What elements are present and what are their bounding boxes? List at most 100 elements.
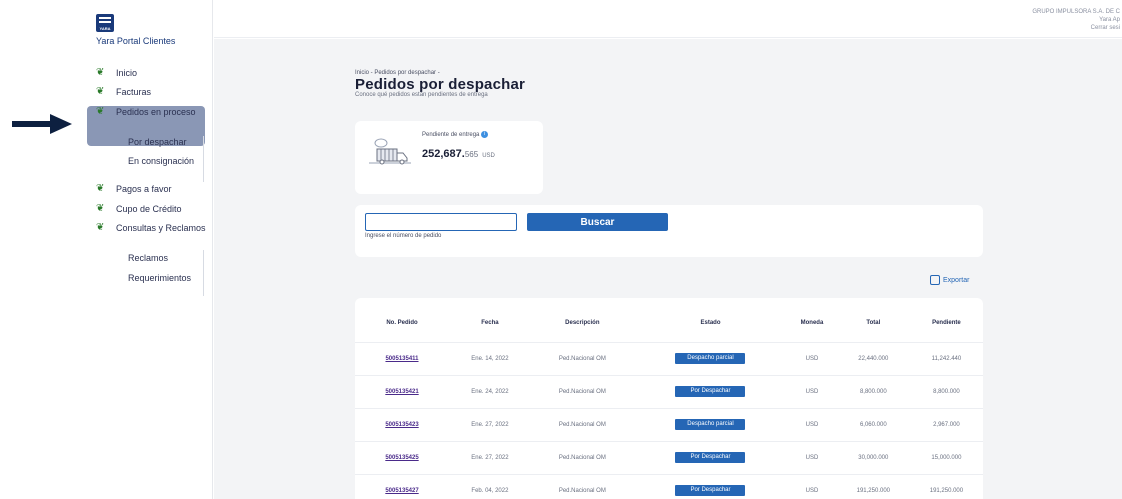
status-cell: Despacho parcial (633, 407, 788, 441)
date-cell: Ene. 27, 2022 (449, 440, 531, 474)
leaf-icon: ❦ (96, 222, 105, 233)
description-cell: Ped.Nacional OM (530, 440, 634, 474)
status-badge: Por Despachar (675, 452, 746, 463)
currency-cell: USD (787, 473, 837, 499)
pending-cell: 2,967.000 (909, 407, 983, 441)
total-cell: 191,250.000 (836, 473, 910, 499)
sidebar-item-inicio[interactable]: ❦ Inicio (96, 67, 137, 79)
table-row: 5005135421 Ene. 24, 2022 Ped.Nacional OM… (355, 374, 983, 408)
description-cell: Ped.Nacional OM (530, 473, 634, 499)
orders-table: No. Pedido Fecha Descripción Estado Mone… (355, 298, 983, 499)
col-header-pendiente[interactable]: Pendiente (910, 298, 983, 342)
order-link[interactable]: 5005135427 (385, 488, 418, 494)
leaf-icon: ❦ (96, 86, 105, 97)
sidebar-subitem-en-consignacion[interactable]: En consignación (128, 156, 194, 166)
pending-currency: USD (482, 153, 495, 159)
user-info: GRUPO IMPULSORA S.A. DE C Yara Ap Cerrar… (980, 8, 1120, 32)
submenu-line (203, 136, 204, 182)
yara-logo: YARA (96, 14, 114, 32)
sidebar-item-label: Consultas y Reclamos (116, 223, 206, 233)
description-cell: Ped.Nacional OM (530, 341, 634, 375)
sidebar-subitem-por-despachar[interactable]: Por despachar (128, 137, 187, 147)
table-row: 5005135425 Ene. 27, 2022 Ped.Nacional OM… (355, 440, 983, 474)
table-row: 5005135423 Ene. 27, 2022 Ped.Nacional OM… (355, 407, 983, 441)
pending-cell: 11,242.440 (909, 341, 983, 375)
col-header-fecha[interactable]: Fecha (449, 298, 531, 342)
table-row: 5005135411 Ene. 14, 2022 Ped.Nacional OM… (355, 341, 983, 375)
total-cell: 22,440.000 (836, 341, 910, 375)
sidebar-item-facturas[interactable]: ❦ Facturas (96, 86, 151, 98)
col-header-descripcion[interactable]: Descripción (531, 298, 634, 342)
search-card: Ingrese el número de pedido Buscar (355, 205, 983, 257)
table-row: 5005135427 Feb. 04, 2022 Ped.Nacional OM… (355, 473, 983, 499)
status-badge: Despacho parcial (675, 353, 746, 364)
order-cell: 5005135421 (355, 374, 449, 408)
sidebar-item-pedidos-en-proceso[interactable]: ❦ Pedidos en proceso (96, 107, 196, 118)
export-button[interactable]: Exportar (930, 275, 969, 285)
date-cell: Ene. 14, 2022 (449, 341, 531, 375)
main-content: Inicio - Pedidos por despachar - Pedidos… (214, 39, 1122, 499)
currency-cell: USD (787, 374, 837, 408)
pending-label-text: Pendiente de entrega (422, 132, 480, 139)
sidebar-subitem-requerimientos[interactable]: Requerimientos (128, 273, 191, 283)
leaf-icon: ❦ (96, 183, 105, 194)
col-header-estado[interactable]: Estado (634, 298, 787, 342)
status-cell: Por Despachar (633, 473, 788, 499)
submenu-line (203, 250, 204, 296)
leaf-icon: ❦ (96, 67, 105, 78)
export-icon (930, 275, 940, 285)
currency-cell: USD (787, 341, 837, 375)
pending-summary-card: Pendiente de entrega i 252,687.565 USD (355, 121, 543, 194)
order-cell: 5005135423 (355, 407, 449, 441)
currency-cell: USD (787, 407, 837, 441)
info-icon[interactable]: i (481, 131, 489, 138)
page-title: Pedidos por despachar (355, 76, 526, 93)
sidebar: YARA Yara Portal Clientes ❦ Inicio ❦ Fac… (0, 0, 213, 499)
col-header-pedido[interactable]: No. Pedido (355, 298, 449, 342)
total-cell: 6,060.000 (836, 407, 910, 441)
order-number-input[interactable] (365, 213, 517, 231)
col-header-moneda[interactable]: Moneda (787, 298, 837, 342)
date-cell: Feb. 04, 2022 (449, 473, 531, 499)
total-cell: 30,000.000 (836, 440, 910, 474)
pending-label: Pendiente de entrega i (422, 131, 489, 139)
order-cell: 5005135427 (355, 473, 449, 499)
pending-value: 252,687.565 USD (422, 148, 495, 160)
app-name: Yara Portal Clientes (96, 36, 176, 46)
order-link[interactable]: 5005135423 (385, 422, 418, 428)
company-name: GRUPO IMPULSORA S.A. DE C (1032, 9, 1120, 15)
order-link[interactable]: 5005135421 (385, 389, 418, 395)
pending-value-int: 252,687. (422, 148, 465, 160)
page-subtitle: Conoce qué pedidos están pendientes de e… (355, 92, 488, 98)
date-cell: Ene. 27, 2022 (449, 407, 531, 441)
order-link[interactable]: 5005135425 (385, 455, 418, 461)
table-header-row: No. Pedido Fecha Descripción Estado Mone… (355, 298, 983, 342)
search-button[interactable]: Buscar (527, 213, 668, 231)
sidebar-item-label: Pedidos en proceso (116, 107, 196, 117)
status-badge: Despacho parcial (675, 419, 746, 430)
status-badge: Por Despachar (675, 485, 746, 497)
sidebar-item-pagos-a-favor[interactable]: ❦ Pagos a favor (96, 183, 172, 195)
pending-cell: 8,800.000 (909, 374, 983, 408)
status-cell: Despacho parcial (633, 341, 788, 375)
user-name: Yara Ap (1099, 17, 1120, 23)
col-header-total[interactable]: Total (837, 298, 910, 342)
sidebar-item-consultas-y-reclamos[interactable]: ❦ Consultas y Reclamos (96, 222, 206, 234)
sidebar-item-cupo-de-credito[interactable]: ❦ Cupo de Crédito (96, 203, 182, 215)
pending-cell: 191,250.000 (909, 473, 983, 499)
description-cell: Ped.Nacional OM (530, 407, 634, 441)
status-badge: Por Despachar (675, 386, 746, 397)
logo-text: YARA (99, 26, 111, 31)
sidebar-item-label: Pagos a favor (116, 184, 172, 194)
logout-link[interactable]: Cerrar sesi (980, 24, 1120, 32)
date-cell: Ene. 24, 2022 (449, 374, 531, 408)
sidebar-item-label: Cupo de Crédito (116, 204, 182, 214)
pending-cell: 15,000.000 (909, 440, 983, 474)
pending-value-dec: 565 (464, 150, 479, 159)
description-cell: Ped.Nacional OM (530, 374, 634, 408)
status-cell: Por Despachar (633, 440, 788, 474)
order-cell: 5005135411 (355, 341, 449, 375)
sidebar-subitem-reclamos[interactable]: Reclamos (128, 253, 168, 263)
order-link[interactable]: 5005135411 (385, 356, 418, 362)
leaf-icon: ❦ (96, 203, 105, 214)
